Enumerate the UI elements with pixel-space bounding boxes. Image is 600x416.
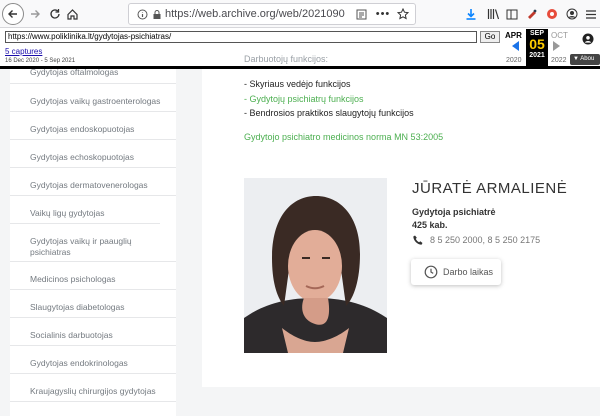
phone-icon	[412, 233, 424, 245]
wayback-next-year[interactable]: 2022	[551, 57, 567, 64]
medical-norm-link[interactable]: Gydytojo psichiatro medicinos norma MN 5…	[244, 132, 443, 142]
wayback-go-button[interactable]: Go	[480, 31, 500, 43]
sidebar-item-socialinis[interactable]: Socialinis darbuotojas	[10, 317, 176, 341]
wayback-capture-range: 16 Dec 2020 - 5 Sep 2021	[5, 58, 76, 64]
home-icon[interactable]	[62, 4, 82, 24]
duty-link[interactable]: - Skyriaus vedėjo funkcijos	[244, 79, 351, 89]
wayback-current-date: SEP 05 2021	[526, 29, 548, 66]
doctor-phone[interactable]: 8 5 250 2000, 8 5 250 2175	[430, 235, 540, 245]
forward-icon[interactable]	[25, 4, 45, 24]
sidebar-item-diabetologas[interactable]: Slaugytojas diabetologas	[10, 289, 176, 313]
extension-icon[interactable]	[523, 4, 541, 24]
browser-toolbar: https://web.archive.org/web/2021090504 •…	[0, 0, 600, 28]
more-icon[interactable]: •••	[373, 4, 393, 24]
wayback-cur-year: 2021	[529, 52, 545, 59]
sidebar: Gydytojas oftalmologas Gydytojas vaikų g…	[0, 69, 200, 416]
bookmark-star-icon[interactable]	[393, 4, 413, 24]
sidebar-item-dermatovenerologas[interactable]: Gydytojas dermatovenerologas	[10, 167, 176, 191]
doctor-card: Darbuotojų funkcijos: - Skyriaus vedėjo …	[202, 54, 600, 387]
wayback-next-month[interactable]: OCT	[551, 31, 568, 40]
sidebar-item-vaiku-gastroenterologas[interactable]: Gydytojas vaikų gastroenterologas	[10, 83, 176, 107]
doctor-room: 425 kab.	[412, 220, 448, 230]
sidebar-item-kraujagysliu[interactable]: Kraujagyslių chirurgijos gydytojas	[10, 373, 176, 397]
back-icon[interactable]	[2, 3, 24, 25]
extension-icon[interactable]	[543, 4, 561, 24]
duty-link[interactable]: - Gydytojų psichiatrų funkcijos	[244, 94, 364, 104]
sidebar-item-vaiku-ligu[interactable]: Vaikų ligų gydytojas	[10, 195, 176, 219]
download-icon[interactable]	[462, 4, 480, 24]
sidebar-icon[interactable]	[503, 4, 521, 24]
doctor-photo	[244, 178, 387, 353]
address-bar[interactable]: https://web.archive.org/web/2021090504 •…	[128, 3, 416, 25]
doctor-name: JŪRATĖ ARMALIENĖ	[412, 180, 568, 197]
sidebar-item-oftalmologas[interactable]: Gydytojas oftalmologas	[10, 69, 176, 78]
sidebar-item-kardiologas[interactable]: Gydytojas kardiologas	[10, 401, 176, 416]
account-icon[interactable]	[563, 4, 581, 24]
working-hours-button[interactable]: Darbo laikas	[411, 259, 501, 285]
sidebar-item-echoskopuotojas[interactable]: Gydytojas echoskopuotojas	[10, 139, 176, 163]
library-icon[interactable]	[484, 4, 502, 24]
wayback-captures-link[interactable]: 5 captures	[5, 47, 42, 56]
working-hours-label: Darbo laikas	[443, 267, 494, 277]
clock-icon	[424, 265, 438, 279]
wayback-cur-day: 05	[529, 36, 545, 52]
sidebar-item-psichologas[interactable]: Medicinos psichologas	[10, 261, 176, 285]
prev-capture-arrow-icon[interactable]	[512, 41, 519, 51]
wayback-user-icon[interactable]	[579, 29, 597, 49]
duty-link[interactable]: - Bendrosios praktikos slaugytojų funkci…	[244, 108, 414, 118]
menu-icon[interactable]	[582, 4, 600, 24]
main-content: Darbuotojų funkcijos: - Skyriaus vedėjo …	[200, 54, 600, 416]
sidebar-item-vaiku-psichiatras[interactable]: Gydytojas vaikų ir paauglių psichiatras	[10, 223, 160, 258]
next-capture-arrow-icon[interactable]	[553, 41, 560, 51]
sidebar-item-endokrinologas[interactable]: Gydytojas endokrinologas	[10, 345, 176, 369]
sidebar-menu: Gydytojas oftalmologas Gydytojas vaikų g…	[10, 69, 176, 416]
url-text[interactable]: https://web.archive.org/web/2021090504	[165, 8, 345, 20]
sidebar-item-endoskopuotojas[interactable]: Gydytojas endoskopuotojas	[10, 111, 176, 135]
reader-icon[interactable]	[351, 4, 371, 24]
wayback-prev-year[interactable]: 2020	[506, 57, 522, 64]
lock-icon[interactable]	[147, 4, 167, 24]
wayback-url-input[interactable]: https://www.poliklinika.lt/gydytojas-psi…	[5, 31, 477, 43]
wayback-about-button[interactable]: ▼ Abou	[570, 54, 600, 65]
duties-title: Darbuotojų funkcijos:	[244, 54, 329, 64]
doctor-role: Gydytoja psichiatrė	[412, 207, 496, 217]
wayback-prev-month[interactable]: APR	[505, 31, 522, 40]
